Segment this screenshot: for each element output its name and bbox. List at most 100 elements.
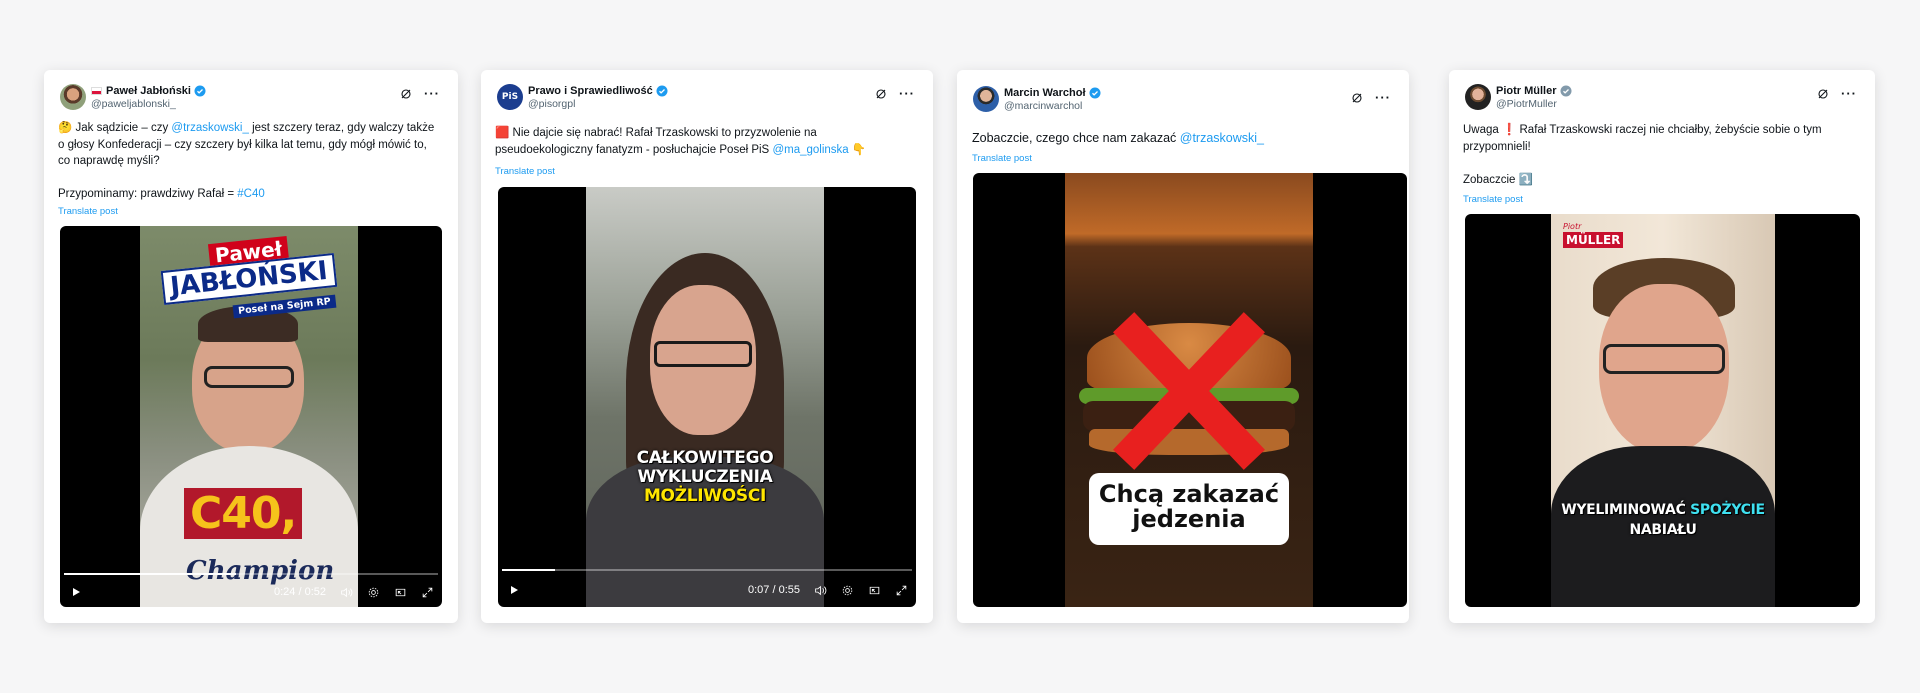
play-icon[interactable]: [508, 584, 520, 596]
poland-flag-icon: [91, 86, 102, 95]
avatar[interactable]: [60, 84, 86, 110]
author-name[interactable]: Paweł Jabłoński: [106, 85, 191, 97]
post-text-line: przypomnieli!: [1463, 139, 1863, 156]
author-handle[interactable]: @PiotrMuller: [1496, 98, 1572, 110]
author-handle[interactable]: @marcinwarchol: [1004, 100, 1101, 112]
verified-badge-icon: [194, 85, 206, 96]
post-card-jablonski: Paweł Jabłoński @paweljablonski_ ··· 🤔 J…: [44, 70, 458, 623]
translate-post-link[interactable]: Translate post: [495, 166, 555, 177]
more-options-icon[interactable]: ···: [424, 87, 440, 100]
post-card-pis: PiS Prawo i Sprawiedliwość @pisorgpl ···…: [481, 70, 933, 623]
fullscreen-icon[interactable]: [895, 584, 908, 597]
post-header: Marcin Warchoł @marcinwarchol: [973, 86, 1101, 112]
verified-badge-icon: [1089, 87, 1100, 98]
translate-post-link[interactable]: Translate post: [972, 153, 1032, 164]
more-options-icon[interactable]: ···: [1841, 87, 1857, 100]
post-text-segment: 🟥 Nie dajcie się nabrać! Rafał Trzaskows…: [495, 127, 817, 139]
post-text-segment: pseudoekologiczny fanatyzm - posłuchajci…: [495, 143, 773, 156]
video-player[interactable]: Chcą zakazać jedzenia: [973, 173, 1407, 607]
logo-last-name: MÜLLER: [1563, 232, 1624, 248]
post-text-segment: 🤔 Jak sądzicie – czy: [58, 122, 172, 134]
caption-line-2: jedzenia: [1132, 505, 1246, 533]
overlay-c40: C40,: [184, 488, 303, 539]
avatar-text: PiS: [501, 92, 519, 102]
logo-first-name: Piotr: [1563, 222, 1582, 231]
more-options-icon[interactable]: ···: [899, 87, 915, 100]
post-text: Zobaczcie, czego chce nam zakazać @trzas…: [972, 130, 1392, 147]
volume-icon[interactable]: [814, 584, 827, 597]
video-player[interactable]: Piotr MÜLLER WYELIMINOWAĆ SPOŻYCIE NABIA…: [1465, 214, 1860, 607]
post-text-segment: Uwaga ❗ Rafał Trzaskowski raczej nie chc…: [1463, 124, 1822, 136]
glasses: [654, 341, 752, 367]
video-time: 0:07 / 0:55: [748, 584, 800, 596]
video-progress-bar[interactable]: [502, 569, 912, 571]
settings-gear-icon[interactable]: [841, 584, 854, 597]
play-icon[interactable]: [70, 586, 82, 598]
caption-line-1: Chcą zakazać: [1098, 480, 1280, 508]
video-caption: CAŁKOWITEGO WYKLUCZENIA MOŻLIWOŚCI: [586, 449, 824, 506]
verified-badge-icon: [656, 85, 668, 96]
post-card-muller: Piotr Müller @PiotrMuller ··· Uwaga ❗ Ra…: [1449, 70, 1875, 623]
video-frame: Paweł JABŁOŃSKI Poseł na Sejm RP C40, Ch…: [140, 226, 358, 607]
video-progress-bar[interactable]: [64, 573, 438, 575]
settings-gear-icon[interactable]: [367, 586, 380, 599]
caption-part-a: WYELIMINOWAĆ: [1561, 502, 1691, 518]
picture-in-picture-icon[interactable]: [394, 586, 407, 599]
post-text-segment: jest szczery teraz, gdy walczy także: [248, 122, 435, 134]
post-text-line: co naprawdę myśli?: [58, 153, 448, 170]
name-overlay: Paweł JABŁOŃSKI Poseł na Sejm RP: [154, 235, 344, 319]
video-player[interactable]: Paweł JABŁOŃSKI Poseł na Sejm RP C40, Ch…: [60, 226, 442, 607]
author-handle[interactable]: @pisorgpl: [528, 98, 668, 110]
author-name[interactable]: Piotr Müller: [1496, 85, 1557, 97]
post-text: 🤔 Jak sądzicie – czy @trzaskowski_ jest …: [58, 120, 448, 203]
post-text-line: 🤔 Jak sądzicie – czy @trzaskowski_ jest …: [58, 120, 448, 137]
mention-link[interactable]: #C40: [237, 188, 265, 200]
avatar[interactable]: [1465, 84, 1491, 110]
more-options-icon[interactable]: ···: [1375, 91, 1391, 104]
translate-post-link[interactable]: Translate post: [58, 206, 118, 217]
caption-part-b: SPOŻYCIE: [1690, 502, 1765, 518]
verified-badge-icon: [1560, 85, 1572, 96]
post-text-segment: Przypominamy: prawdziwy Rafał =: [58, 188, 238, 200]
post-text-line: 🟥 Nie dajcie się nabrać! Rafał Trzaskows…: [495, 125, 920, 142]
post-text-line: Zobaczcie, czego chce nam zakazać @trzas…: [972, 130, 1392, 147]
glasses: [204, 366, 294, 388]
video-frame: Chcą zakazać jedzenia: [1065, 173, 1313, 607]
avatar[interactable]: [973, 86, 999, 112]
grok-icon[interactable]: [1817, 88, 1829, 100]
post-text-segment: co naprawdę myśli?: [58, 155, 160, 167]
mention-link[interactable]: @trzaskowski_: [1180, 131, 1264, 145]
fullscreen-icon[interactable]: [421, 586, 434, 599]
author-handle[interactable]: @paweljablonski_: [91, 98, 206, 110]
video-player[interactable]: CAŁKOWITEGO WYKLUCZENIA MOŻLIWOŚCI 0:07 …: [498, 187, 916, 607]
caption-line-1: CAŁKOWITEGO: [636, 448, 774, 468]
avatar[interactable]: PiS: [497, 84, 523, 110]
post-card-warchol: Marcin Warchoł @marcinwarchol ··· Zobacz…: [957, 70, 1409, 623]
post-text-line: [1463, 155, 1863, 172]
author-name[interactable]: Marcin Warchoł: [1004, 87, 1086, 99]
translate-post-link[interactable]: Translate post: [1463, 194, 1523, 205]
video-controls: 0:07 / 0:55: [498, 573, 916, 607]
grok-icon[interactable]: [875, 88, 887, 100]
mention-link[interactable]: @trzaskowski_: [171, 122, 249, 134]
post-text-segment: Zobaczcie ⤵️: [1463, 173, 1533, 186]
picture-in-picture-icon[interactable]: [868, 584, 881, 597]
caption-line-3: MOŻLIWOŚCI: [643, 486, 767, 506]
grok-icon[interactable]: [400, 88, 412, 100]
video-caption: WYELIMINOWAĆ SPOŻYCIE NABIAŁU: [1551, 500, 1775, 540]
post-text: Uwaga ❗ Rafał Trzaskowski raczej nie chc…: [1463, 122, 1863, 188]
post-header: PiS Prawo i Sprawiedliwość @pisorgpl: [497, 84, 668, 110]
red-x-icon: [1113, 312, 1265, 470]
post-text-line: Uwaga ❗ Rafał Trzaskowski raczej nie chc…: [1463, 122, 1863, 139]
video-time: 0:24 / 0:52: [274, 586, 326, 598]
post-text: 🟥 Nie dajcie się nabrać! Rafał Trzaskows…: [495, 125, 920, 158]
video-frame: Piotr MÜLLER WYELIMINOWAĆ SPOŻYCIE NABIA…: [1551, 214, 1775, 607]
author-name[interactable]: Prawo i Sprawiedliwość: [528, 85, 653, 97]
post-header: Paweł Jabłoński @paweljablonski_: [60, 84, 206, 110]
caption-line-2: NABIAŁU: [1629, 522, 1697, 538]
volume-icon[interactable]: [340, 586, 353, 599]
mention-link[interactable]: @ma_golinska: [772, 144, 848, 156]
post-text-line: Zobaczcie ⤵️: [1463, 172, 1863, 189]
post-text-line: o głosy Konfederacji – czy szczery był k…: [58, 137, 448, 154]
grok-icon[interactable]: [1351, 92, 1363, 104]
